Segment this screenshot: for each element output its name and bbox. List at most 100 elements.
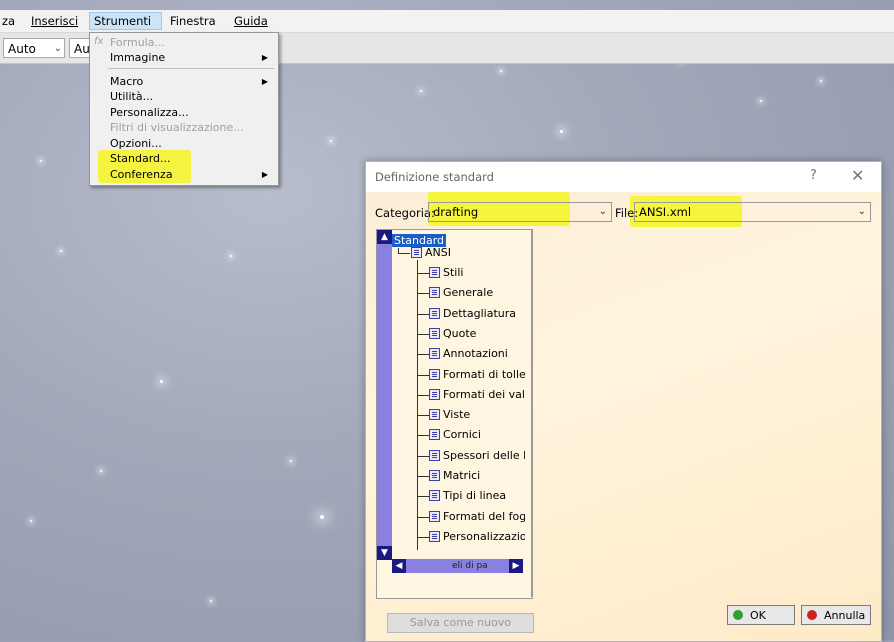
tree-node-child[interactable]: Personalizzazior bbox=[429, 528, 525, 546]
document-icon bbox=[429, 368, 440, 380]
tree-connector bbox=[417, 293, 429, 295]
tree-node-child[interactable]: Annotazioni bbox=[429, 345, 508, 363]
menu-item-standard-label: Standard... bbox=[110, 152, 171, 165]
tree-node-child-label: Generale bbox=[443, 286, 494, 300]
ok-button[interactable]: OK bbox=[727, 605, 795, 625]
star bbox=[560, 130, 563, 133]
tree-node-child[interactable]: Stili bbox=[429, 264, 463, 282]
tree-connector bbox=[417, 496, 429, 498]
file-select[interactable]: ANSI.xml ⌄ bbox=[634, 202, 871, 222]
tree-node-child[interactable]: Quote bbox=[429, 325, 476, 343]
tree-node-child[interactable]: Formati dei valo bbox=[429, 386, 525, 404]
tree-connector bbox=[417, 313, 429, 315]
tree-node-ansi-label: ANSI bbox=[425, 246, 451, 259]
tree-node-child[interactable]: Generale bbox=[429, 284, 493, 302]
document-icon bbox=[429, 490, 440, 502]
scroll-up-icon[interactable]: ▲ bbox=[377, 230, 392, 244]
help-button[interactable]: ? bbox=[810, 168, 817, 183]
star bbox=[290, 460, 292, 462]
scroll-left-icon[interactable]: ◀ bbox=[392, 559, 406, 573]
scroll-down-icon[interactable]: ▼ bbox=[377, 546, 392, 560]
document-icon bbox=[429, 327, 440, 339]
chevron-down-icon: ⌄ bbox=[857, 206, 866, 217]
auto-combo-1-value: Auto bbox=[8, 42, 36, 56]
menu-inserisci[interactable]: Inserisci bbox=[27, 13, 82, 29]
submenu-arrow-icon: ▶ bbox=[261, 53, 268, 62]
tree-connector bbox=[417, 374, 429, 376]
tree-node-child[interactable]: Tipi di linea bbox=[429, 487, 506, 505]
dialog-title: Definizione standard bbox=[375, 170, 494, 184]
dialog-body: Categoria: drafting ⌄ File: ANSI.xml ⌄ ▲… bbox=[366, 192, 881, 641]
tree-node-child[interactable]: Matrici bbox=[429, 467, 480, 485]
panel-splitter[interactable] bbox=[531, 229, 533, 597]
tree-node-child[interactable]: Cornici bbox=[429, 426, 481, 444]
menu-item-formula-label: Formula... bbox=[110, 36, 165, 49]
cancel-label: Annulla bbox=[824, 609, 866, 622]
tree-node-child-label: Quote bbox=[443, 326, 477, 340]
tree-connector bbox=[417, 435, 429, 437]
cancel-button[interactable]: Annulla bbox=[801, 605, 871, 625]
tree-vertical-scrollbar[interactable]: ▲ ▼ bbox=[377, 230, 392, 560]
tree-node-child[interactable]: Viste bbox=[429, 406, 470, 424]
document-icon bbox=[429, 388, 440, 400]
definizione-standard-dialog: Definizione standard ? ✕ Categoria: draf… bbox=[365, 161, 882, 642]
tree-node-child-label: Formati di toller bbox=[443, 367, 525, 381]
menu-item-immagine-label: Immagine bbox=[110, 51, 166, 64]
document-icon bbox=[429, 409, 440, 421]
menu-item-personalizza[interactable]: Personalizza... bbox=[110, 105, 270, 120]
file-value: ANSI.xml bbox=[639, 205, 692, 219]
chevron-down-icon: ⌄ bbox=[598, 206, 607, 217]
menu-item-formula: Formula... bbox=[110, 35, 270, 50]
tree-node-child[interactable]: Spessori delle li bbox=[429, 447, 525, 465]
tree-connector bbox=[417, 476, 429, 477]
star bbox=[330, 140, 332, 142]
menu-item-standard[interactable]: Standard... bbox=[110, 151, 270, 166]
menu-bar: za Inserisci Strumenti Finestra Guida bbox=[0, 10, 894, 33]
menu-item-opzioni[interactable]: Opzioni... bbox=[110, 136, 270, 151]
tree-node-child-label: Annotazioni bbox=[443, 347, 508, 361]
tree-node-child-label: Personalizzazior bbox=[443, 529, 525, 543]
menu-finestra-label: Finestra bbox=[170, 14, 216, 28]
star bbox=[210, 600, 212, 602]
tree-node-child[interactable]: Dettagliatura bbox=[429, 305, 516, 323]
menu-finestra[interactable]: Finestra bbox=[166, 13, 220, 29]
tree-node-child[interactable]: Formati di toller bbox=[429, 366, 525, 384]
close-button[interactable]: ✕ bbox=[851, 166, 864, 185]
tree-connector bbox=[417, 333, 429, 335]
document-icon bbox=[429, 449, 440, 461]
star bbox=[320, 515, 324, 519]
menu-strumenti-label: Strumenti bbox=[94, 14, 152, 28]
document-icon bbox=[429, 287, 440, 299]
tree-horizontal-scrollbar[interactable]: ◀ eli di pa ▶ bbox=[392, 559, 523, 573]
auto-combo-1[interactable]: Auto ⌄ bbox=[3, 38, 65, 58]
menu-strumenti[interactable]: Strumenti bbox=[89, 12, 162, 30]
star bbox=[40, 160, 42, 162]
menu-item-macro[interactable]: Macro ▶ bbox=[110, 74, 270, 89]
menu-item-immagine[interactable]: Immagine ▶ bbox=[110, 50, 270, 65]
menu-guida[interactable]: Guida bbox=[230, 13, 272, 29]
categoria-label: Categoria: bbox=[375, 206, 435, 220]
document-icon bbox=[429, 470, 440, 481]
menu-inserisci-label: Inserisci bbox=[31, 14, 79, 28]
tree-connector bbox=[417, 273, 429, 274]
star bbox=[160, 380, 163, 383]
tree-content: Standard ANSI Stili Generale Dettagliatura… bbox=[392, 230, 525, 559]
scroll-right-icon[interactable]: ▶ bbox=[509, 559, 523, 573]
tree-node-child[interactable]: Formati del fogl bbox=[429, 508, 525, 526]
document-icon bbox=[429, 510, 440, 522]
formula-icon: fx bbox=[94, 36, 104, 47]
strumenti-dropdown: fx Formula... Immagine ▶ Macro ▶ Utilità..… bbox=[89, 32, 279, 186]
tree-hscroll-text: eli di pa bbox=[452, 561, 488, 571]
menu-item-utilita[interactable]: Utilità... bbox=[110, 89, 270, 104]
ok-label: OK bbox=[750, 609, 766, 622]
categoria-select[interactable]: drafting ⌄ bbox=[428, 202, 612, 222]
menu-item-macro-label: Macro bbox=[110, 75, 144, 88]
menu-item-filtri-label: Filtri di visualizzazione... bbox=[110, 121, 244, 134]
star bbox=[230, 255, 232, 257]
menu-item-personalizza-label: Personalizza... bbox=[110, 106, 189, 119]
tree-node-child-label: Formati dei valo bbox=[443, 387, 525, 401]
menu-guida-label: Guida bbox=[234, 14, 268, 28]
tree-node-child-label: Dettagliatura bbox=[443, 306, 516, 320]
menu-visualizza[interactable]: za bbox=[0, 13, 19, 29]
menu-item-conferenza[interactable]: Conferenza ▶ bbox=[110, 167, 270, 182]
